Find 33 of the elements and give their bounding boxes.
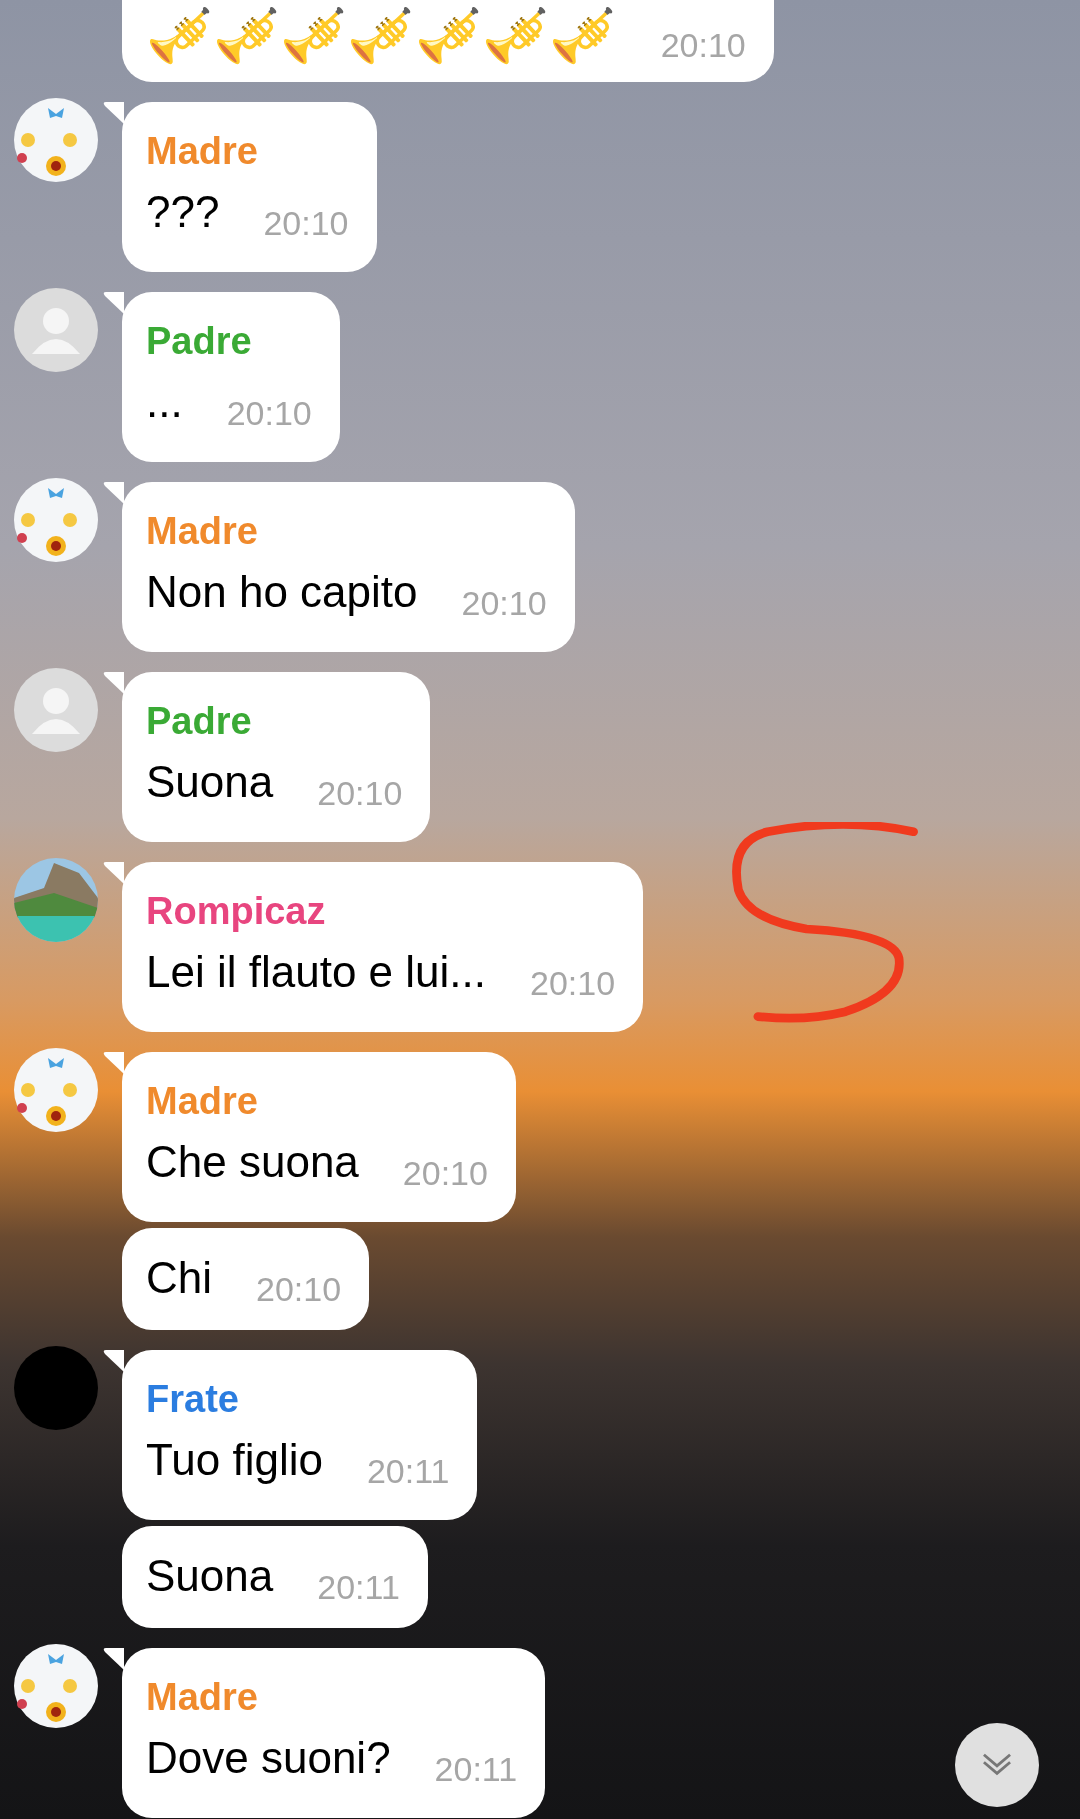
message-time: 20:10 — [529, 963, 616, 1004]
message-text: Tuo figlio — [146, 1434, 323, 1486]
message-time: 20:10 — [263, 203, 349, 244]
emoji-text: 🎺🎺🎺🎺🎺🎺🎺 — [146, 4, 617, 68]
message-text: Dove suoni? — [146, 1732, 391, 1784]
sender-name: Padre — [146, 699, 253, 744]
sender-name: Padre — [146, 319, 253, 364]
message-time: 20:11 — [366, 1451, 450, 1492]
sender-name: Madre — [146, 129, 259, 174]
message-time: 20:10 — [660, 25, 746, 66]
message-text: ??? — [146, 186, 220, 238]
message-text: Non ho capito — [146, 566, 418, 618]
message-time: 20:10 — [402, 1153, 488, 1194]
message-time: 20:11 — [434, 1749, 518, 1790]
message-time: 20:10 — [317, 773, 403, 814]
sender-name: Madre — [146, 1079, 259, 1124]
sender-name: Frate — [146, 1377, 240, 1422]
message-text: Che suona — [146, 1136, 359, 1188]
message-text: ... — [146, 376, 183, 428]
avatar-image[interactable] — [14, 1644, 98, 1728]
message-text: Lei il flauto e lui... — [146, 946, 486, 998]
message-text: Suona — [146, 756, 274, 808]
message-time: 20:10 — [461, 583, 547, 624]
avatar-silhouette[interactable] — [14, 668, 98, 752]
sender-name: Madre — [146, 509, 259, 554]
avatar-silhouette[interactable] — [14, 288, 98, 372]
sender-name: Rompicaz — [146, 889, 327, 934]
message-text: Suona — [146, 1550, 274, 1602]
sender-name: Madre — [146, 1675, 259, 1720]
message-text: Chi — [146, 1252, 213, 1304]
message-time: 20:11 — [317, 1567, 400, 1608]
message-time: 20:10 — [226, 393, 312, 434]
message-time: 20:10 — [256, 1269, 342, 1310]
